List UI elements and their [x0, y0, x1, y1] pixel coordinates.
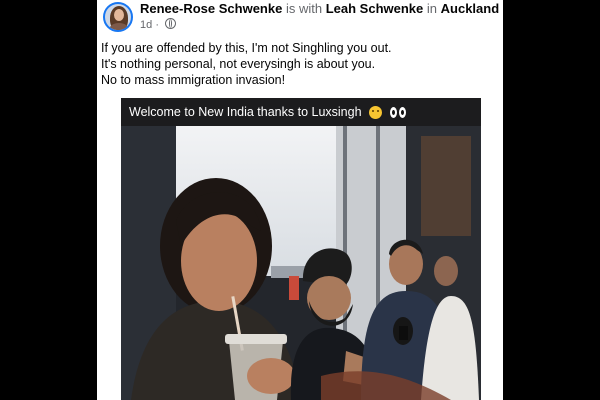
location-link[interactable]: Auckland, Ne... [441, 1, 500, 16]
author-line: Renee-Rose Schwenke is with Leah Schwenk… [140, 1, 500, 16]
author-avatar[interactable] [103, 2, 133, 32]
post-time[interactable]: 1d [140, 19, 152, 31]
tagged-name[interactable]: Leah Schwenke [326, 1, 424, 16]
eyes-icon [389, 106, 408, 119]
with-text: is with [285, 1, 323, 16]
post-photo[interactable]: Welcome to New India thanks to Luxsingh [121, 98, 481, 400]
post-header: Renee-Rose Schwenke is with Leah Schwenk… [97, 0, 503, 36]
caption-text: Welcome to New India thanks to Luxsingh [129, 105, 362, 119]
globe-icon [165, 18, 177, 29]
author-name[interactable]: Renee-Rose Schwenke [140, 1, 282, 16]
post-text: If you are offended by this, I'm not Sin… [101, 40, 501, 88]
in-text: in [426, 1, 438, 16]
post-meta: 1d · [140, 18, 177, 31]
post-line: No to mass immigration invasion! [101, 73, 286, 87]
post-line: If you are offended by this, I'm not Sin… [101, 41, 392, 55]
zipper-mouth-face-icon [369, 106, 383, 120]
cafe-photo-scene [121, 126, 481, 400]
image-caption: Welcome to New India thanks to Luxsingh [121, 98, 481, 126]
facebook-post: Renee-Rose Schwenke is with Leah Schwenk… [97, 0, 503, 400]
post-line: It's nothing personal, not everysingh is… [101, 57, 376, 71]
